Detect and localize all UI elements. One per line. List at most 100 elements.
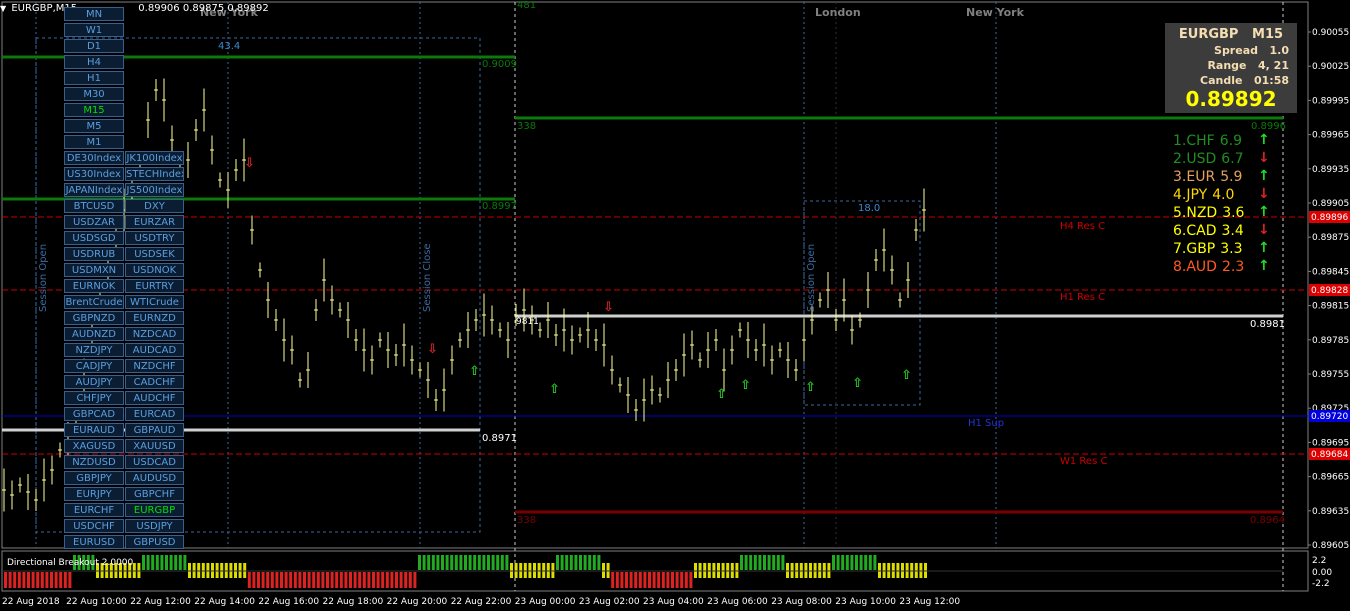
timeframe-button-m30[interactable]: M30 [64, 87, 124, 101]
price-axis-tick: 0.89635 [1312, 507, 1349, 517]
indicator-bar [422, 555, 426, 570]
symbol-button-dxy[interactable]: DXY [125, 199, 184, 213]
symbol-button-usdcad[interactable]: USDCAD [125, 455, 184, 469]
symbol-button-usdzar[interactable]: USDZAR [64, 215, 124, 229]
symbol-button-usdchf[interactable]: USDCHF [64, 519, 124, 533]
indicator-bar [836, 555, 840, 570]
indicator-bar [666, 572, 670, 588]
green-level-1-label: 0.9009 [482, 59, 517, 70]
indicator-bar [4, 572, 7, 588]
symbol-button-audusd[interactable]: AUDUSD [125, 471, 184, 485]
symbol-button-us30index[interactable]: US30Index [64, 167, 124, 181]
indicator-bar [625, 572, 628, 588]
symbol-button-usdmxn[interactable]: USDMXN [64, 263, 124, 277]
green-level-3-right-label: 0.8996 [1251, 121, 1286, 132]
symbol-button-audnzd[interactable]: AUDNZD [64, 327, 124, 341]
indicator-bar [500, 555, 504, 570]
range-value: 4, 21 [1258, 59, 1289, 72]
symbol-button-btcusd[interactable]: BTCUSD [64, 199, 124, 213]
symbol-button-eurnok[interactable]: EURNOK [64, 279, 124, 293]
arrow-down-icon: ↓ [1258, 150, 1270, 166]
range-label: Range [1207, 59, 1247, 72]
chart-canvas[interactable]: 0.9009 0.8997 338 0.8996 481 H4 Res C H1… [0, 0, 1350, 611]
symbol-button-audjpy[interactable]: AUDJPY [64, 375, 124, 389]
currency-strength-row: 8.AUD 2.3 [1173, 259, 1244, 275]
symbol-button-cadchf[interactable]: CADCHF [125, 375, 184, 389]
spread-row: Spread 1.0 [1165, 44, 1289, 57]
symbol-button-audcad[interactable]: AUDCAD [125, 343, 184, 357]
symbol-button-eurchf[interactable]: EURCHF [64, 503, 124, 517]
symbol-button-xauusd[interactable]: XAUUSD [125, 439, 184, 453]
timeframe-button-w1[interactable]: W1 [64, 23, 124, 37]
symbol-button-usdnok[interactable]: USDNOK [125, 263, 184, 277]
timeframe-button-m5[interactable]: M5 [64, 119, 124, 133]
symbol-button-eurusd[interactable]: EURUSD [64, 535, 124, 549]
symbol-button-gbpaud[interactable]: GBPAUD [125, 423, 184, 437]
white-level-2-small-label: 9811 [516, 317, 539, 327]
h1-res-label: H1 Res C [1060, 292, 1105, 303]
indicator-bar [855, 555, 858, 570]
indicator-bar [652, 572, 656, 588]
green-level-2-label: 0.8997 [482, 201, 517, 212]
symbol-button-gbpusd[interactable]: GBPUSD [125, 535, 184, 549]
symbol-button-usdsgd[interactable]: USDSGD [64, 231, 124, 245]
symbol-button-usdsek[interactable]: USDSEK [125, 247, 184, 261]
symbol-button-euraud[interactable]: EURAUD [64, 423, 124, 437]
symbol-button-usdrub[interactable]: USDRUB [64, 247, 124, 261]
indicator-bar [431, 555, 435, 570]
timeframe-button-m15[interactable]: M15 [64, 103, 124, 117]
indicator-bar [758, 555, 762, 570]
symbol-button-nzdchf[interactable]: NZDCHF [125, 359, 184, 373]
symbol-button-eurtry[interactable]: EURTRY [125, 279, 184, 293]
session-newyork-label: New York [966, 6, 1025, 19]
currency-strength-value: 4.0 [1212, 187, 1235, 203]
timeframe-button-d1[interactable]: D1 [64, 39, 124, 53]
indicator-bar [491, 555, 495, 570]
symbol-button-js500index[interactable]: JS500Index [125, 183, 184, 197]
arrow-up-icon: ↑ [1258, 258, 1270, 274]
symbol-button-eurgbp[interactable]: EURGBP [125, 503, 184, 517]
symbol-button-xagusd[interactable]: XAGUSD [64, 439, 124, 453]
chart-menu-icon[interactable]: ▼ [0, 4, 6, 13]
symbol-button-chfjpy[interactable]: CHFJPY [64, 391, 124, 405]
symbol-button-eurnzd[interactable]: EURNZD [125, 311, 184, 325]
symbol-button-eurjpy[interactable]: EURJPY [64, 487, 124, 501]
time-axis-label: 23 Aug 04:00 [643, 597, 704, 607]
indicator-bar [845, 555, 849, 570]
symbol-button-usdjpy[interactable]: USDJPY [125, 519, 184, 533]
symbol-button-wticrude[interactable]: WTICrude [125, 295, 184, 309]
timeframe-button-h4[interactable]: H4 [64, 55, 124, 69]
symbol-button-nzdjpy[interactable]: NZDJPY [64, 343, 124, 357]
indicator-bar [482, 555, 486, 570]
indicator-bar [638, 572, 642, 588]
timeframe-button-mn[interactable]: MN [64, 7, 124, 21]
symbol-button-japanindex[interactable]: JAPANIndex [64, 183, 124, 197]
indicator-bar [36, 572, 40, 588]
symbol-button-nzdcad[interactable]: NZDCAD [125, 327, 184, 341]
symbol-button-usdtry[interactable]: USDTRY [125, 231, 184, 245]
symbol-button-nzdusd[interactable]: NZDUSD [64, 455, 124, 469]
timeframe-button-m1[interactable]: M1 [64, 135, 124, 149]
indicator-bar [684, 572, 688, 588]
indicator-bar [445, 555, 449, 570]
symbol-button-brentcrude[interactable]: BrentCrude [64, 295, 124, 309]
h4-res-marker-label: 0.89896 [1311, 213, 1348, 223]
symbol-button-gbpjpy[interactable]: GBPJPY [64, 471, 124, 485]
symbol-button-gbpchf[interactable]: GBPCHF [125, 487, 184, 501]
symbol-button-gbpcad[interactable]: GBPCAD [64, 407, 124, 421]
symbol-button-stechindex[interactable]: STECHIndex [125, 167, 184, 181]
timeframe-button-h1[interactable]: H1 [64, 71, 124, 85]
indicator-bar [165, 555, 168, 570]
symbol-button-gbpnzd[interactable]: GBPNZD [64, 311, 124, 325]
indicator-bar [763, 555, 766, 570]
symbol-button-eurzar[interactable]: EURZAR [125, 215, 184, 229]
buy-signal-icon: ⇧ [901, 368, 912, 383]
w1-res-marker-label: 0.89684 [1311, 450, 1348, 460]
indicator-bar [63, 572, 67, 588]
symbol-button-cadjpy[interactable]: CADJPY [64, 359, 124, 373]
symbol-button-audchf[interactable]: AUDCHF [125, 391, 184, 405]
symbol-button-eurcad[interactable]: EURCAD [125, 407, 184, 421]
currency-strength-value: 2.3 [1221, 259, 1245, 275]
symbol-button-jk100index[interactable]: JK100Index [125, 151, 184, 165]
symbol-button-de30index[interactable]: DE30Index [64, 151, 124, 165]
